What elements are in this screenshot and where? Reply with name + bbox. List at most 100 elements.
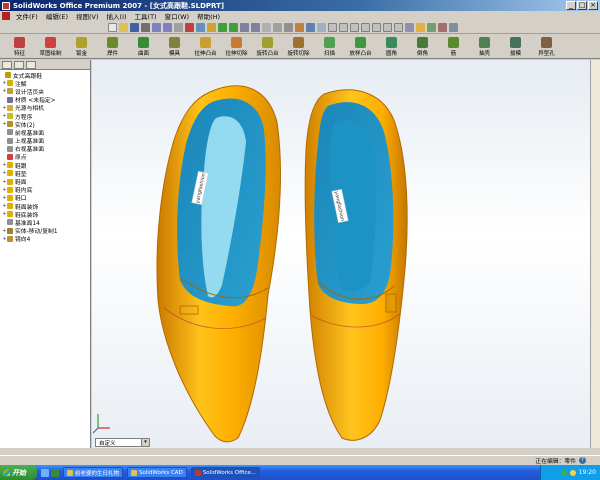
isometric-view-icon[interactable] <box>394 22 403 32</box>
menu-tools[interactable]: 工具(T) <box>131 11 161 21</box>
document-icon[interactable] <box>2 12 10 20</box>
feature-button-extrude-cut[interactable]: 拉伸切除 <box>221 36 252 58</box>
solidworks-app-icon[interactable] <box>2 1 10 10</box>
tree-item[interactable]: + 实体-移动/复制1 <box>0 227 90 235</box>
tree-item[interactable]: + 鞋口 <box>0 194 90 202</box>
camera-icon[interactable] <box>449 22 458 32</box>
normal-to-icon[interactable] <box>405 22 414 32</box>
tab-configuration-manager[interactable] <box>26 60 36 69</box>
open-icon[interactable] <box>119 22 128 32</box>
tree-item[interactable]: + 光源与相机 <box>0 104 90 112</box>
save-icon[interactable] <box>130 22 139 32</box>
viewport-scrollbar[interactable] <box>590 60 600 448</box>
shaded-icon[interactable] <box>295 22 304 32</box>
right-view-icon[interactable] <box>361 22 370 32</box>
tree-item[interactable]: + 实体(2) <box>0 120 90 129</box>
tab-property-manager[interactable] <box>14 60 24 69</box>
tree-item[interactable]: + 鞋跟 <box>0 161 90 170</box>
feature-button-sketch[interactable]: 草图绘制 <box>35 36 66 58</box>
rotate-icon[interactable] <box>240 22 249 32</box>
close-button[interactable]: × <box>588 1 598 10</box>
view-selector[interactable]: 自定义 ▾ <box>95 438 150 447</box>
rebuild-icon[interactable] <box>185 22 194 32</box>
menu-view[interactable]: 视图(V) <box>72 11 103 21</box>
tree-item[interactable]: + 鞋内底 <box>0 186 90 194</box>
feature-button-loft[interactable]: 放样凸台 <box>345 36 376 58</box>
appearance-icon[interactable] <box>427 22 436 32</box>
feature-button-shell[interactable]: 抽壳 <box>469 36 500 58</box>
tab-feature-tree[interactable] <box>2 60 12 69</box>
menu-window[interactable]: 窗口(W) <box>161 11 194 21</box>
feature-button-chamfer[interactable]: 倒角 <box>407 36 438 58</box>
pan-icon[interactable] <box>251 22 260 32</box>
feature-button-sweep[interactable]: 扫描 <box>314 36 345 58</box>
menu-help[interactable]: 帮助(H) <box>193 11 224 21</box>
graphics-viewport[interactable]: yangfashion yangfashion <box>92 60 590 448</box>
tree-item[interactable]: + 鞋底装饰 <box>0 210 90 219</box>
back-view-icon[interactable] <box>339 22 348 32</box>
top-view-icon[interactable] <box>372 22 381 32</box>
hidden-lines-icon[interactable] <box>273 22 282 32</box>
feature-button-weldment[interactable]: 焊件 <box>97 36 128 58</box>
tree-item[interactable]: 右视基准面 <box>0 145 90 153</box>
tree-item[interactable]: 材质 <未指定> <box>0 96 90 104</box>
tree-item[interactable]: + 方程序 <box>0 112 90 121</box>
help-icon[interactable]: ? <box>579 457 586 464</box>
select-icon[interactable] <box>174 22 183 32</box>
shaded-edges-icon[interactable] <box>284 22 293 32</box>
minimize-button[interactable]: _ <box>566 1 576 10</box>
feature-button-extrude-boss[interactable]: 拉伸凸台 <box>190 36 221 58</box>
feature-button-revolve-cut[interactable]: 旋转切除 <box>283 36 314 58</box>
left-view-icon[interactable] <box>350 22 359 32</box>
light-icon[interactable] <box>416 22 425 32</box>
section-view-icon[interactable] <box>306 22 315 32</box>
options-icon[interactable] <box>196 22 205 32</box>
menu-insert[interactable]: 插入(I) <box>103 11 131 21</box>
tree-item-icon <box>7 211 13 218</box>
left-shoe[interactable]: yangfashion <box>156 85 281 443</box>
taskbar-item-solidworks-cad[interactable]: SolidWorks CAD <box>127 467 187 478</box>
right-shoe[interactable]: yangfashion <box>304 89 408 441</box>
menu-file[interactable]: 文件(F) <box>12 11 42 21</box>
new-icon[interactable] <box>108 22 117 32</box>
network-icon[interactable] <box>560 469 567 476</box>
zoom-area-icon[interactable] <box>218 22 227 32</box>
tree-item[interactable]: 前视基准面 <box>0 128 90 137</box>
feature-button-draft[interactable]: 拔模 <box>500 36 531 58</box>
tree-item[interactable]: 上视基准面 <box>0 137 90 145</box>
tree-item[interactable]: + 镜向4 <box>0 235 90 243</box>
volume-icon[interactable] <box>569 469 576 476</box>
zoom-fit-icon[interactable] <box>207 22 216 32</box>
feature-button-fillet[interactable]: 圆角 <box>376 36 407 58</box>
bottom-view-icon[interactable] <box>383 22 392 32</box>
feature-button-rib[interactable]: 筋 <box>438 36 469 58</box>
redo-icon[interactable] <box>163 22 172 32</box>
photoworks-icon[interactable] <box>438 22 447 32</box>
tree-item[interactable]: 女式高跟鞋 <box>0 71 90 80</box>
zoom-in-out-icon[interactable] <box>229 22 238 32</box>
undo-icon[interactable] <box>152 22 161 32</box>
feature-button-revolve-boss[interactable]: 旋转凸台 <box>252 36 283 58</box>
feature-button-mold[interactable]: 模具 <box>159 36 190 58</box>
feature-button-sheetmetal[interactable]: 钣金 <box>66 36 97 58</box>
print-icon[interactable] <box>141 22 150 32</box>
taskbar-item-solidworks-office[interactable]: SolidWorks Office... <box>190 467 261 478</box>
wireframe-icon[interactable] <box>262 22 271 32</box>
view-orientation-icon[interactable] <box>317 22 326 32</box>
maximize-button[interactable]: □ <box>577 1 587 10</box>
menu-edit[interactable]: 编辑(E) <box>42 11 72 21</box>
taskbar-item-gift[interactable]: 给老婆的生日礼物 <box>63 467 124 478</box>
front-view-icon[interactable] <box>328 22 337 32</box>
tree-item[interactable]: + 注解 <box>0 79 90 88</box>
browser-icon[interactable] <box>51 468 59 477</box>
tree-item[interactable]: + 鞋垫 <box>0 169 90 178</box>
show-desktop-icon[interactable] <box>41 468 49 477</box>
feature-button-feature[interactable]: 特征 <box>4 36 35 58</box>
tree-item[interactable]: + 鞋面装饰 <box>0 202 90 211</box>
feature-button-hole[interactable]: 异型孔 <box>531 36 562 58</box>
feature-button-surface[interactable]: 曲面 <box>128 36 159 58</box>
start-button[interactable]: 开始 <box>0 465 37 480</box>
chevron-down-icon[interactable]: ▾ <box>141 439 149 446</box>
tree-item[interactable]: + 鞋面 <box>0 177 90 186</box>
tree-item[interactable]: 原点 <box>0 153 90 161</box>
